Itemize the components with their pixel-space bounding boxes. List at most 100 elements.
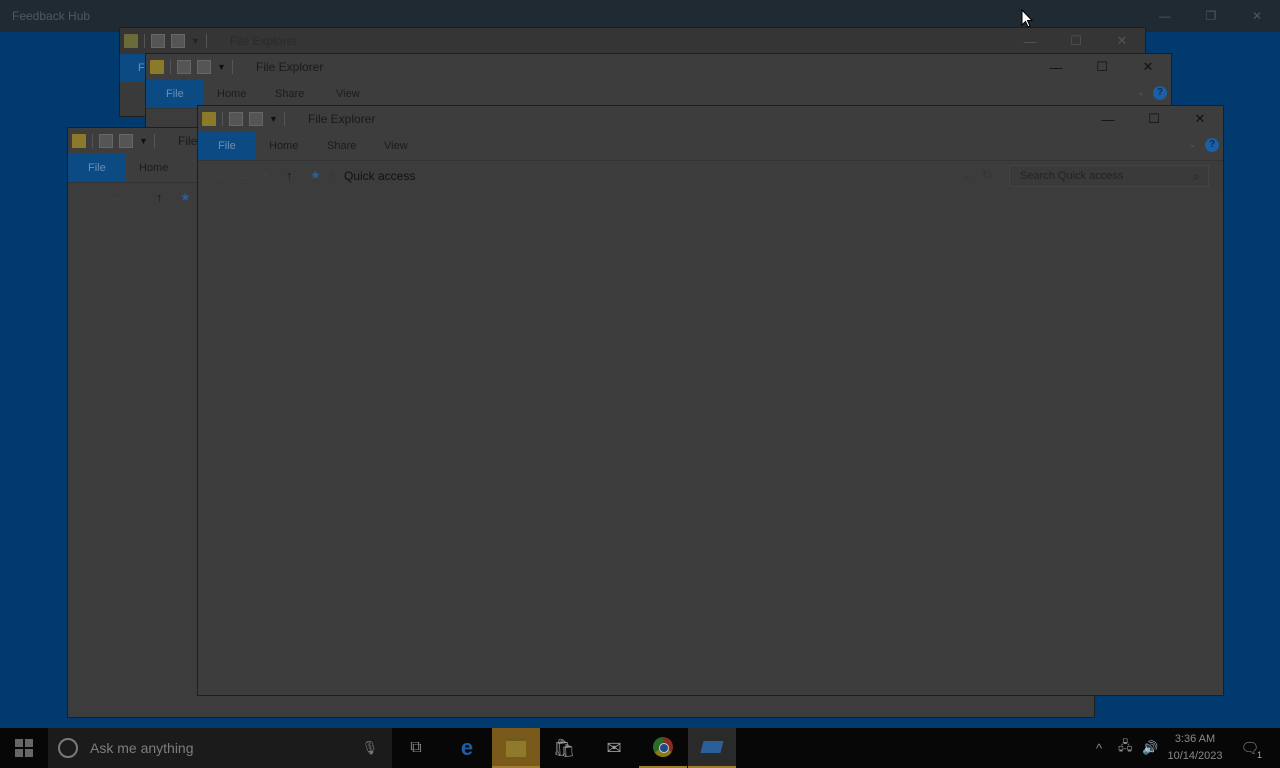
action-center-button[interactable]: 🗨 1 [1236,728,1264,768]
file-explorer-window-front[interactable]: ▼ File Explorer — ☐ ✕ File Home Share Vi… [197,105,1224,696]
help-icon[interactable]: ? [1205,138,1219,152]
new-folder-icon[interactable] [171,34,185,48]
up-icon[interactable]: ↑ [286,168,293,183]
recent-locations-icon[interactable]: ⌄ [262,168,270,179]
maximize-button[interactable]: ☐ [1131,106,1177,132]
clock-time: 3:36 AM [1174,733,1216,745]
quick-access-icon: ★ [180,190,191,204]
window-title: File Explorer [256,60,324,74]
feedback-hub-title: Feedback Hub [12,9,91,23]
customize-qat-icon[interactable]: ▼ [191,36,200,46]
clock-date: 10/14/2023 [1167,750,1223,762]
minimize-button[interactable]: — [1007,28,1053,54]
tab-view[interactable]: View [370,132,422,160]
divider [92,134,93,148]
customize-qat-icon[interactable]: ▼ [269,114,278,124]
tab-home[interactable]: Home [203,80,260,108]
divider [170,60,171,74]
task-view-button[interactable]: ⧉ [392,728,440,768]
forward-icon[interactable]: → [108,190,121,205]
store-button[interactable]: 🛍 [540,728,588,768]
properties-icon[interactable] [229,112,243,126]
tray-chevron-icon[interactable]: ^ [1096,728,1102,768]
feedback-hub-minimize-button[interactable]: — [1142,0,1188,32]
tab-file[interactable]: File [198,132,256,160]
tab-file[interactable]: File [146,80,204,108]
chevron-down-icon[interactable]: ⌄ [1137,87,1145,98]
divider [205,34,207,48]
tab-share[interactable]: Share [313,132,370,160]
windows-logo-icon [15,739,33,757]
back-icon[interactable]: ← [212,168,225,183]
microphone-icon[interactable]: 🎙 [361,740,378,756]
volume-icon[interactable]: 🔊 [1142,728,1158,768]
feedback-hub-close-button[interactable]: ✕ [1234,0,1280,32]
folder-icon [72,134,86,148]
breadcrumb[interactable]: Quick access [344,169,415,183]
maximize-button[interactable]: ☐ [1053,28,1099,54]
content-area[interactable] [198,191,1223,695]
tab-home[interactable]: Home [125,154,182,182]
breadcrumb-chevron-icon[interactable]: › [329,169,332,180]
task-view-icon: ⧉ [410,739,422,756]
folder-icon [150,60,164,74]
new-folder-icon[interactable] [249,112,263,126]
mail-button[interactable]: ✉ [590,728,638,768]
address-dropdown-icon[interactable]: ⌄ [962,169,971,182]
minimize-button[interactable]: — [1085,106,1131,132]
store-icon: 🛍 [552,737,576,758]
properties-icon[interactable] [177,60,191,74]
up-icon[interactable]: ↑ [156,190,163,205]
close-button[interactable]: ✕ [1177,106,1223,132]
tab-home[interactable]: Home [255,132,312,160]
desktop: Feedback Hub — ❐ ✕ ▼ File Explorer — ☐ ✕ [0,0,1280,768]
quick-access-icon: ★ [310,168,321,182]
new-folder-icon[interactable] [119,134,133,148]
folder-icon [202,112,216,126]
divider [231,60,233,74]
search-placeholder: Ask me anything [90,740,194,756]
customize-qat-icon[interactable]: ▼ [217,62,226,72]
refresh-icon[interactable]: ↻ [982,168,992,182]
minimize-button[interactable]: — [1033,54,1079,80]
tab-share[interactable]: Share [261,80,318,108]
mail-icon: ✉ [606,737,622,758]
new-folder-icon[interactable] [197,60,211,74]
search-icon[interactable]: ⌕ [1193,169,1200,184]
customize-qat-icon[interactable]: ▼ [139,136,148,146]
mouse-cursor-icon [1021,9,1033,28]
feedback-hub-restore-button[interactable]: ❐ [1188,0,1234,32]
window-title: File Explorer [230,34,298,48]
feedback-hub-button[interactable] [688,728,736,768]
tab-file[interactable]: File [68,154,126,182]
folder-icon [506,737,526,757]
start-button[interactable] [0,728,48,768]
cortana-icon [58,738,78,758]
window-title: File Explorer [308,112,376,126]
divider [153,134,155,148]
chrome-button[interactable] [639,728,687,768]
forward-icon[interactable]: → [238,168,251,183]
close-button[interactable]: ✕ [1099,28,1145,54]
chevron-down-icon[interactable]: ⌄ [1189,139,1197,150]
edge-button[interactable]: e [443,728,491,768]
tab-view[interactable]: View [322,80,374,108]
file-explorer-button[interactable] [492,728,540,768]
search-input[interactable] [1018,169,1172,183]
divider [283,112,285,126]
help-icon[interactable]: ? [1153,86,1167,100]
back-icon[interactable]: ← [82,190,95,205]
folder-icon [124,34,138,48]
feedback-hub-icon [700,741,724,753]
edge-icon: e [460,735,474,760]
notification-count-badge: 1 [1256,750,1262,760]
cortana-search-box[interactable]: Ask me anything 🎙 [48,728,392,768]
search-box[interactable]: ⌕ [1009,165,1209,187]
maximize-button[interactable]: ☐ [1079,54,1125,80]
clock[interactable]: 3:36 AM 10/14/2023 [1164,731,1226,765]
properties-icon[interactable] [99,134,113,148]
network-icon[interactable]: 🖧 [1118,728,1133,768]
close-button[interactable]: ✕ [1125,54,1171,80]
properties-icon[interactable] [151,34,165,48]
chrome-icon [653,737,673,757]
